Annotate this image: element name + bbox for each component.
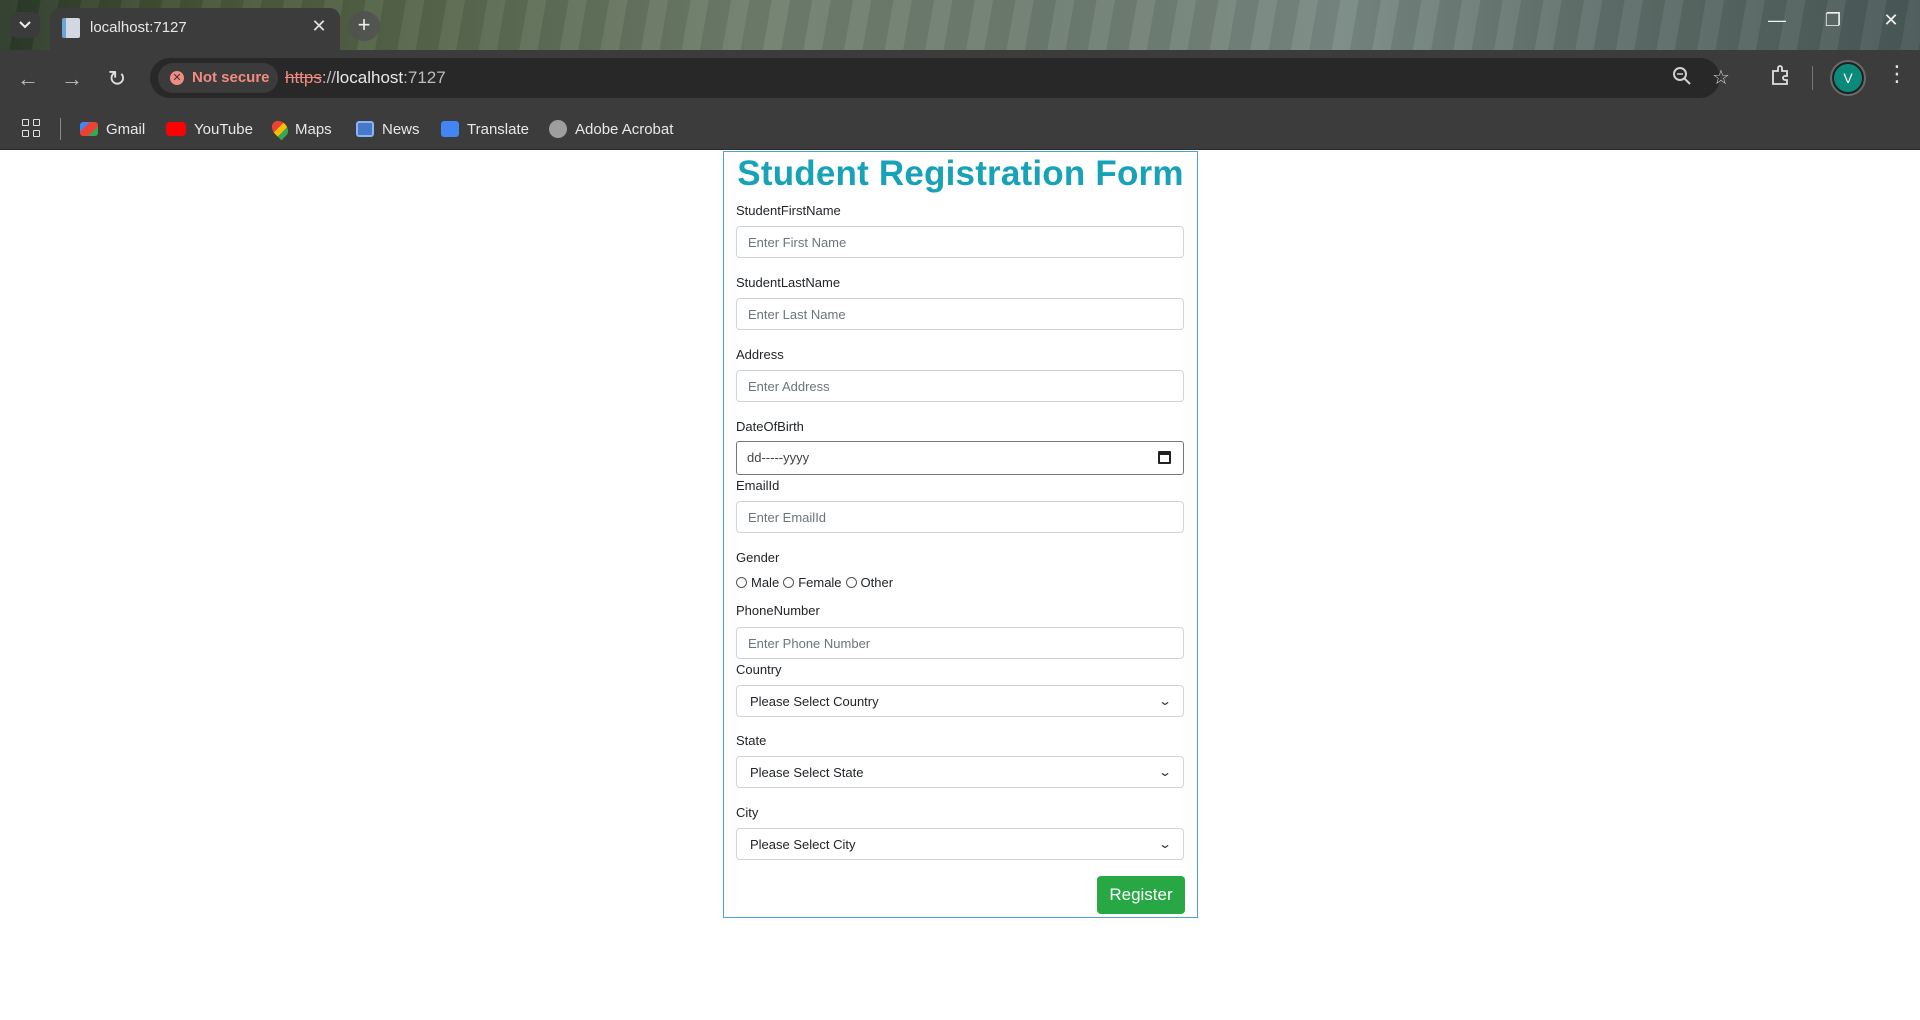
bookmark-label: Translate (467, 120, 529, 138)
browser-tab[interactable]: localhost:7127 ✕ (50, 8, 340, 50)
gender-label: Gender (736, 550, 780, 565)
browser-toolbar: ← → ↻ ✕ Not secure https://localhost:712… (0, 50, 1920, 108)
security-label: Not secure (192, 69, 270, 86)
city-select[interactable]: Please Select City ⌄ (736, 828, 1184, 860)
email-label: EmailId (736, 478, 780, 493)
bookmarks-bar: Gmail YouTube Maps News Translate Adobe … (0, 108, 1920, 150)
page-content: Student Registration Form StudentFirstNa… (0, 150, 1920, 1020)
url-scheme: https (285, 68, 322, 87)
gender-female-radio[interactable] (783, 577, 795, 588)
globe-icon (549, 120, 567, 138)
security-chip[interactable]: ✕ Not secure (158, 63, 278, 93)
address-bar[interactable]: ✕ Not secure https://localhost:7127 ☆ (150, 58, 1730, 98)
country-label: Country (736, 662, 782, 677)
register-button[interactable]: Register (1097, 876, 1185, 914)
restore-icon[interactable]: ❐ (1818, 10, 1848, 31)
dob-label: DateOfBirth (736, 419, 804, 434)
gender-radio-group: Male Female Other (736, 575, 897, 590)
forward-arrow-icon[interactable]: → (56, 64, 88, 94)
bookmark-maps[interactable]: Maps (268, 108, 332, 150)
new-tab-button[interactable]: + (348, 11, 380, 41)
close-tab-icon[interactable]: ✕ (308, 16, 330, 37)
gender-female-label: Female (798, 575, 842, 590)
warning-icon: ✕ (170, 71, 184, 85)
country-selected: Please Select Country (750, 694, 879, 709)
maps-pin-icon (268, 117, 292, 141)
close-window-icon[interactable]: ✕ (1876, 10, 1906, 31)
phone-label: PhoneNumber (736, 603, 820, 618)
profile-avatar[interactable]: V (1830, 60, 1866, 96)
translate-icon (441, 121, 459, 137)
bookmark-gmail[interactable]: Gmail (80, 108, 145, 150)
more-menu-icon[interactable]: ⋮ (1886, 61, 1908, 87)
dob-value: dd-----yyyy (747, 450, 810, 465)
toolbar-divider (1812, 66, 1813, 90)
apps-grid-icon[interactable] (22, 119, 42, 139)
minimize-icon[interactable]: — (1762, 10, 1792, 31)
gender-other-label: Other (860, 575, 894, 590)
country-select[interactable]: Please Select Country ⌄ (736, 685, 1184, 717)
zoom-icon[interactable] (1672, 66, 1692, 91)
window-titlebar: localhost:7127 ✕ + — ❐ ✕ (0, 0, 1920, 50)
first-name-input[interactable] (736, 226, 1184, 258)
gender-other-radio[interactable] (845, 577, 857, 588)
back-arrow-icon[interactable]: ← (12, 64, 44, 94)
state-selected: Please Select State (750, 765, 864, 780)
tab-title: localhost:7127 (90, 19, 187, 36)
bookmark-translate[interactable]: Translate (441, 108, 529, 150)
bookmark-label: Maps (295, 120, 332, 138)
last-name-label: StudentLastName (736, 275, 841, 290)
address-input[interactable] (736, 370, 1184, 402)
news-icon (356, 121, 374, 137)
email-input[interactable] (736, 501, 1184, 533)
url-host: localhost (336, 68, 404, 87)
last-name-input[interactable] (736, 298, 1184, 330)
gmail-icon (80, 122, 98, 136)
extensions-icon[interactable] (1770, 64, 1792, 92)
calendar-icon[interactable] (1158, 451, 1171, 464)
bookmark-adobe-acrobat[interactable]: Adobe Acrobat (549, 108, 673, 150)
url-port: :7127 (403, 68, 446, 87)
address-label: Address (736, 347, 784, 362)
url-separator: :// (321, 68, 337, 87)
youtube-icon (166, 122, 186, 136)
bookmarks-divider (60, 118, 61, 140)
bookmark-star-icon[interactable]: ☆ (1712, 65, 1730, 90)
tab-search-button[interactable] (10, 12, 40, 38)
form-title: Student Registration Form (737, 154, 1184, 193)
bookmark-label: News (382, 120, 420, 138)
chevron-down-icon: ⌄ (1157, 765, 1173, 779)
gender-male-label: Male (751, 575, 780, 590)
gender-male-radio[interactable] (736, 577, 747, 588)
phone-input[interactable] (736, 627, 1184, 659)
reload-icon[interactable]: ↻ (101, 64, 133, 94)
bookmark-label: Adobe Acrobat (575, 120, 674, 138)
chevron-down-icon (19, 21, 31, 29)
bookmark-label: YouTube (194, 120, 253, 138)
registration-form: Student Registration Form StudentFirstNa… (723, 151, 1198, 918)
bookmark-youtube[interactable]: YouTube (166, 108, 253, 150)
chevron-down-icon: ⌄ (1157, 694, 1173, 708)
first-name-label: StudentFirstName (736, 203, 841, 218)
page-favicon-icon (62, 18, 80, 38)
url-text[interactable]: https://localhost:7127 (285, 68, 446, 88)
dob-date-input[interactable]: dd-----yyyy (736, 441, 1184, 475)
bookmark-news[interactable]: News (356, 108, 420, 150)
state-label: State (736, 733, 767, 748)
city-selected: Please Select City (750, 837, 856, 852)
state-select[interactable]: Please Select State ⌄ (736, 756, 1184, 788)
bookmark-label: Gmail (106, 120, 146, 138)
chevron-down-icon: ⌄ (1157, 837, 1173, 851)
city-label: City (736, 805, 759, 820)
